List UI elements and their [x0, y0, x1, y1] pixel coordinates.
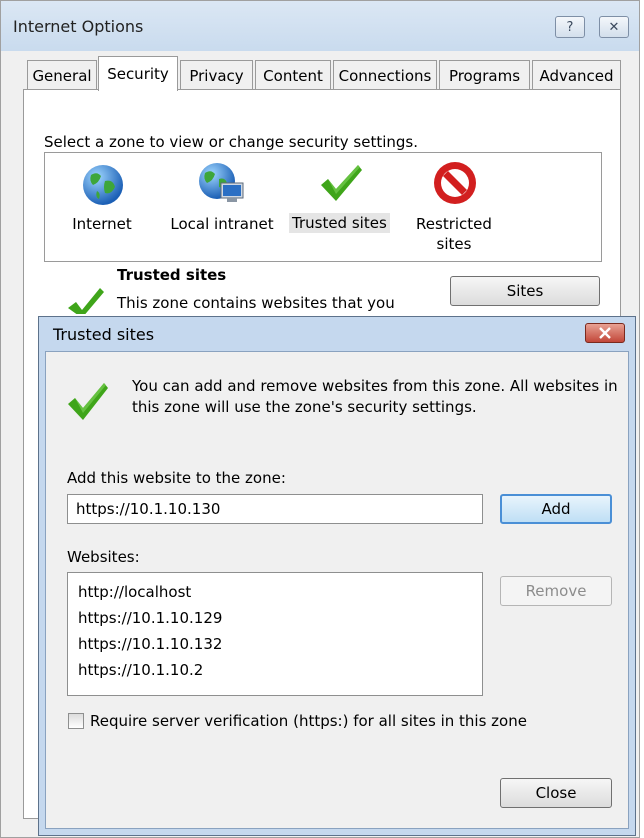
tab-general[interactable]: General	[27, 60, 97, 90]
trusted-sites-titlebar: Trusted sites	[39, 317, 635, 351]
list-item[interactable]: http://localhost	[68, 579, 482, 605]
tab-label: General	[32, 66, 92, 85]
zone-restricted-sites[interactable]: Restricted sites	[409, 153, 499, 253]
checkmark-icon	[321, 165, 362, 201]
tab-programs[interactable]: Programs	[439, 60, 530, 90]
close-icon: ✕	[608, 19, 620, 35]
zone-label: Internet	[72, 215, 132, 233]
tab-label: Privacy	[189, 66, 244, 85]
zone-local-intranet[interactable]: Local intranet	[167, 153, 277, 253]
zone-label: Trusted sites	[289, 213, 390, 233]
websites-list[interactable]: http://localhost https://10.1.10.129 htt…	[67, 572, 483, 696]
zone-internet[interactable]: Internet	[67, 153, 137, 253]
require-verification-checkbox[interactable]	[68, 713, 84, 729]
restricted-icon	[434, 162, 476, 204]
add-website-label: Add this website to the zone:	[67, 469, 286, 487]
close-button[interactable]: Close	[500, 778, 612, 808]
globe-icon	[83, 165, 123, 205]
checkmark-icon	[68, 288, 104, 314]
window-close-button[interactable]: ✕	[599, 16, 629, 38]
close-icon	[599, 327, 611, 339]
list-item[interactable]: https://10.1.10.2	[68, 657, 482, 683]
add-button-label: Add	[541, 500, 571, 518]
list-item[interactable]: https://10.1.10.129	[68, 605, 482, 631]
window-title: Internet Options	[13, 17, 144, 36]
website-url-input[interactable]	[67, 494, 483, 524]
tab-connections[interactable]: Connections	[333, 60, 437, 90]
internet-options-titlebar: Internet Options ? ✕	[1, 1, 639, 51]
require-verification-row: Require server verification (https:) for…	[68, 712, 527, 730]
dialog-close-button[interactable]	[585, 323, 625, 343]
zone-label-line2: sites	[436, 235, 472, 253]
dialog-title: Trusted sites	[53, 325, 155, 344]
tab-label: Content	[263, 66, 323, 85]
tab-advanced[interactable]: Advanced	[532, 60, 621, 90]
help-icon: ?	[566, 19, 574, 35]
list-item[interactable]: https://10.1.10.132	[68, 631, 482, 657]
tab-label: Programs	[448, 66, 521, 85]
tab-content[interactable]: Content	[255, 60, 331, 90]
zone-list: Internet Local intranet Trusted sites Re…	[44, 152, 602, 262]
sites-button[interactable]: Sites	[450, 276, 600, 306]
remove-button-label: Remove	[525, 582, 587, 600]
websites-label: Websites:	[67, 548, 140, 566]
zone-label: Restricted	[416, 215, 492, 233]
add-button[interactable]: Add	[500, 494, 612, 524]
selected-zone-description: This zone contains websites that you	[117, 294, 395, 312]
zone-prompt: Select a zone to view or change security…	[44, 133, 419, 151]
sites-button-label: Sites	[506, 282, 544, 300]
tab-label: Security	[107, 65, 169, 83]
require-verification-label: Require server verification (https:) for…	[90, 712, 527, 730]
dialog-intro-text: You can add and remove websites from thi…	[132, 377, 618, 416]
help-button[interactable]: ?	[555, 16, 585, 38]
tab-label: Advanced	[539, 66, 614, 85]
zone-trusted-sites[interactable]: Trusted sites	[288, 153, 394, 253]
tab-security[interactable]: Security	[98, 56, 178, 91]
tab-privacy[interactable]: Privacy	[180, 60, 253, 90]
remove-button[interactable]: Remove	[500, 576, 612, 606]
tab-label: Connections	[338, 66, 432, 85]
intranet-icon	[199, 163, 244, 202]
close-button-label: Close	[535, 784, 577, 802]
selected-zone-heading: Trusted sites	[117, 266, 227, 284]
checkmark-icon	[68, 383, 108, 420]
zone-label: Local intranet	[170, 215, 274, 233]
